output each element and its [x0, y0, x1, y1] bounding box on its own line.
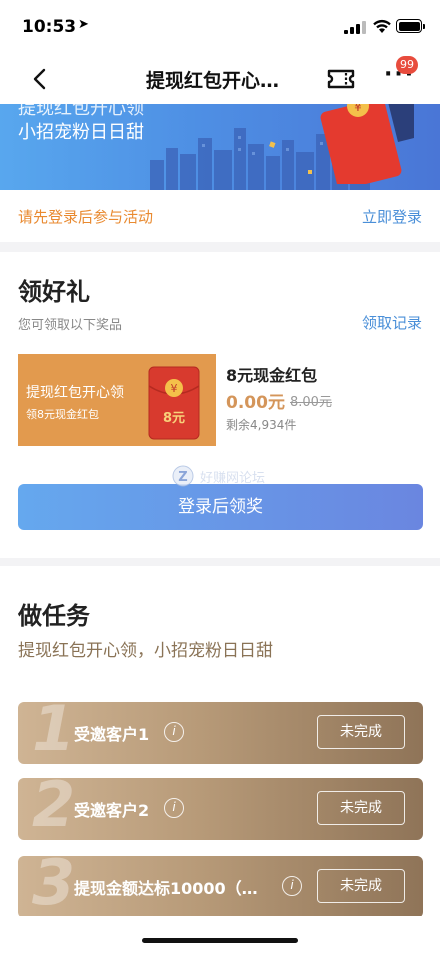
task-label: 受邀客户2 [74, 801, 150, 820]
prize-image[interactable]: 提现红包开心领 领8元现金红包 ¥ 8元 [18, 354, 216, 446]
cellular-signal-icon [344, 20, 366, 34]
task-label: 提现金额达标10000（… [74, 879, 258, 898]
status-time: 10:53 [22, 17, 77, 37]
task-status-button[interactable]: 未完成 [317, 715, 405, 749]
gifts-section-subtitle: 您可领取以下奖品 [18, 318, 123, 333]
bottom-safe-area [0, 916, 440, 953]
envelope-yuan-symbol: ¥ [171, 382, 178, 395]
claim-after-login-button[interactable]: 登录后领奖 [18, 484, 423, 530]
login-now-link[interactable]: 立即登录 [362, 206, 422, 227]
banner-slogan: 小招宠粉日日甜 [18, 122, 144, 143]
gifts-section: 领好礼 您可领取以下奖品 领取记录 提现红包开心领 领8元现金红包 ¥ 8元 8… [0, 252, 440, 558]
task-item[interactable]: 3 提现金额达标10000（… i 未完成 [18, 856, 423, 918]
back-chevron-icon[interactable] [26, 64, 56, 94]
prize-name: 8元现金红包 [226, 366, 318, 385]
claim-history-link[interactable]: 领取记录 [362, 312, 422, 333]
page-title: 提现红包开心… [146, 70, 280, 92]
home-indicator[interactable] [142, 938, 298, 943]
svg-text:Z: Z [178, 470, 187, 485]
info-icon[interactable]: i [164, 722, 184, 742]
prize-image-title: 提现红包开心领 [26, 385, 124, 401]
prize-original-price: 8.00元 [290, 395, 332, 410]
task-item[interactable]: 1 受邀客户1 i 未完成 [18, 702, 423, 764]
coupon-ticket-icon[interactable] [326, 68, 356, 90]
notification-badge: 99 [396, 56, 418, 74]
info-icon[interactable]: i [282, 876, 302, 896]
prize-stock-remaining: 剩余4,934件 [226, 418, 297, 432]
battery-icon [396, 19, 425, 33]
task-number: 3 [32, 856, 76, 918]
prize-image-subtitle: 领8元现金红包 [26, 408, 99, 421]
tasks-section-title: 做任务 [18, 602, 90, 630]
task-status-button[interactable]: 未完成 [317, 791, 405, 825]
prize-price: 0.00元 [226, 393, 285, 413]
red-envelope-icon: ¥ 8元 [148, 366, 200, 440]
svg-text:¥: ¥ [354, 104, 362, 114]
nav-bar: 提现红包开心… ··· 99 [0, 54, 440, 104]
task-status-button[interactable]: 未完成 [317, 869, 405, 903]
gifts-section-title: 领好礼 [18, 278, 90, 306]
status-bar: 10:53 ➤ [0, 0, 440, 54]
envelope-amount-label: 8元 [163, 411, 185, 426]
watermark-logo-icon: Z [172, 465, 194, 487]
task-item[interactable]: 2 受邀客户2 i 未完成 [18, 778, 423, 840]
red-envelope-illustration: ¥ [320, 104, 414, 184]
location-arrow-icon: ➤ [78, 17, 89, 32]
login-prompt-row: 请先登录后参与活动 立即登录 [0, 190, 440, 242]
watermark-text: 好赚网论坛 [200, 471, 266, 486]
wifi-icon [373, 19, 391, 33]
task-number: 2 [32, 778, 76, 840]
info-icon[interactable]: i [164, 798, 184, 818]
tasks-section-subtitle: 提现红包开心领，小招宠粉日日甜 [18, 641, 273, 661]
login-hint-text: 请先登录后参与活动 [18, 208, 154, 226]
task-number: 1 [32, 702, 76, 764]
promo-banner[interactable]: 提现红包开心领 小招宠粉日日甜 ¥ [0, 104, 440, 190]
task-label: 受邀客户1 [74, 725, 150, 744]
forum-watermark: Z 好赚网论坛 [172, 465, 272, 487]
tasks-section: 做任务 提现红包开心领，小招宠粉日日甜 1 受邀客户1 i 未完成 2 受邀客户… [0, 566, 440, 918]
